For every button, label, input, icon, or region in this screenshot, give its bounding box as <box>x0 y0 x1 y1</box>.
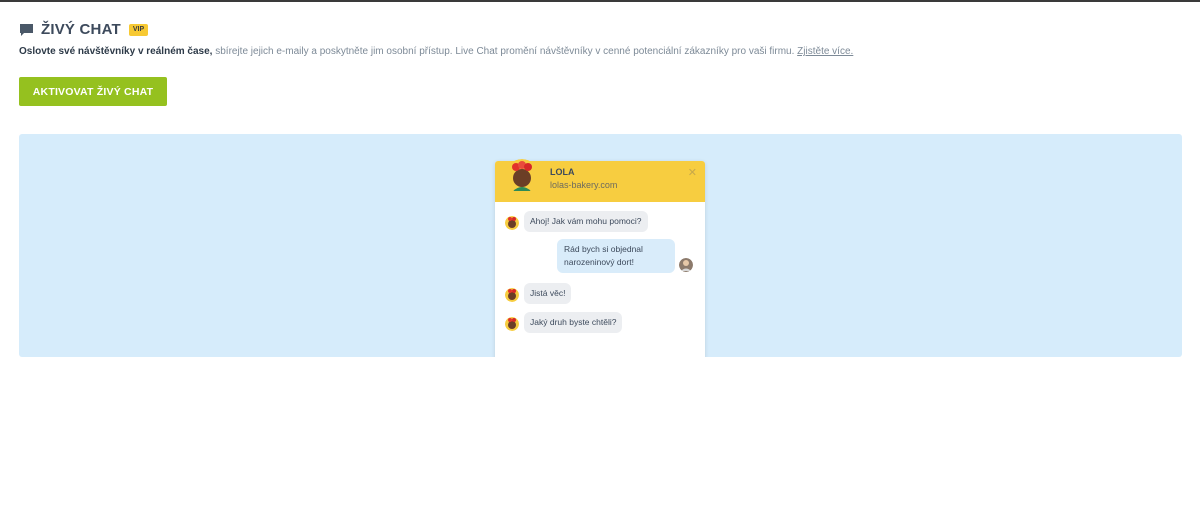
activate-live-chat-button[interactable]: AKTIVOVAT ŽIVÝ CHAT <box>19 77 167 106</box>
description: Oslovte své návštěvníky v reálném čase, … <box>19 46 853 57</box>
agent-message: Jaký druh byste chtěli? <box>524 312 623 333</box>
agent-avatar-small <box>505 216 519 230</box>
top-border <box>0 0 1200 2</box>
agent-avatar-small <box>505 317 519 331</box>
visitor-message-line: Rád bych si objednal <box>564 244 643 254</box>
vip-badge: VIP <box>128 23 149 36</box>
agent-message: Ahoj! Jak vám mohu pomoci? <box>524 211 648 232</box>
visitor-avatar <box>679 258 693 272</box>
agent-site: lolas-bakery.com <box>550 180 618 190</box>
agent-name: LOLA <box>550 167 575 177</box>
description-strong: Oslovte své návštěvníky v reálném čase, <box>19 46 213 57</box>
agent-message: Jistá věc! <box>524 283 572 304</box>
chat-bubble-icon <box>20 23 33 36</box>
description-text: sbírejte jejich e-maily a poskytněte jim… <box>212 46 798 57</box>
visitor-message: Rád bych si objednal narozeninový dort! <box>557 239 675 273</box>
chat-widget-preview: LOLA lolas-bakery.com ✕ Ahoj! Jak vám mo… <box>495 159 705 357</box>
learn-more-link[interactable]: Zjistěte více. <box>797 46 853 57</box>
chat-widget-header: LOLA lolas-bakery.com ✕ <box>495 159 705 202</box>
agent-avatar <box>505 159 539 193</box>
chat-preview-area: LOLA lolas-bakery.com ✕ Ahoj! Jak vám mo… <box>19 134 1182 357</box>
agent-avatar-small <box>505 288 519 302</box>
close-icon[interactable]: ✕ <box>688 166 697 179</box>
visitor-message-line: narozeninový dort! <box>564 257 634 267</box>
section-header: ŽIVÝ CHAT VIP <box>19 21 149 38</box>
page-title: ŽIVÝ CHAT <box>41 21 121 38</box>
